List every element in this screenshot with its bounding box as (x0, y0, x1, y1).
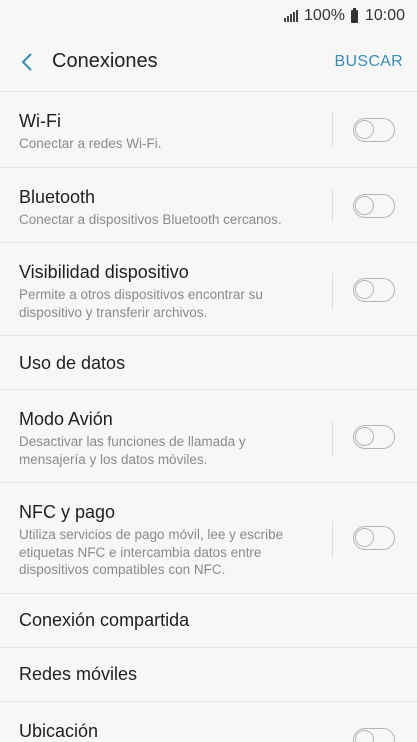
toggle-knob (355, 729, 374, 742)
list-item-airplane-mode[interactable]: Modo Avión Desactivar las funciones de l… (0, 390, 417, 483)
item-divider (332, 112, 333, 146)
item-title: Uso de datos (19, 352, 126, 373)
settings-list: Wi-Fi Conectar a redes Wi-Fi. Bluetooth … (0, 92, 417, 742)
chevron-left-icon (21, 52, 32, 71)
toggle-knob (355, 280, 374, 299)
toggle-knob (355, 195, 374, 215)
list-item-visibility[interactable]: Visibilidad dispositivo Permite a otros … (0, 243, 417, 336)
item-divider (332, 187, 333, 222)
list-item-tethering[interactable]: Conexión compartida (0, 594, 417, 648)
item-subtitle: Utiliza servicios de pago móvil, lee y e… (19, 527, 284, 577)
nfc-toggle[interactable] (353, 526, 395, 550)
airplane-mode-toggle[interactable] (353, 425, 395, 449)
item-divider (332, 273, 333, 309)
back-button[interactable] (6, 41, 48, 83)
item-subtitle: Desactivar las funciones de llamada y me… (19, 434, 246, 467)
item-title: Redes móviles (19, 664, 138, 684)
app-bar: Conexiones BUSCAR (0, 32, 417, 92)
location-toggle[interactable] (353, 727, 395, 742)
battery-percent: 100% (304, 7, 345, 24)
battery-icon (350, 7, 358, 23)
item-title: NFC y pago (19, 502, 116, 522)
toggle-knob (355, 427, 374, 446)
item-title: Conexión compartida (19, 610, 190, 630)
list-item-location[interactable]: Ubicación (0, 702, 417, 742)
signal-icon (284, 10, 299, 22)
list-item-nfc[interactable]: NFC y pago Utiliza servicios de pago móv… (0, 483, 417, 594)
list-item-wifi[interactable]: Wi-Fi Conectar a redes Wi-Fi. (0, 92, 417, 168)
list-item-data-usage[interactable]: Uso de datos (0, 336, 417, 390)
item-subtitle: Permite a otros dispositivos encontrar s… (19, 287, 263, 320)
status-bar: 100% 10:00 (0, 0, 417, 32)
toggle-knob (355, 528, 374, 547)
visibility-toggle[interactable] (353, 278, 395, 302)
bluetooth-toggle[interactable] (353, 193, 395, 218)
toggle-knob (355, 120, 374, 139)
item-subtitle: Conectar a redes Wi-Fi. (19, 136, 162, 151)
list-item-mobile-networks[interactable]: Redes móviles (0, 648, 417, 702)
item-subtitle: Conectar a dispositivos Bluetooth cercan… (19, 211, 282, 227)
search-button[interactable]: BUSCAR (335, 53, 403, 71)
list-item-bluetooth[interactable]: Bluetooth Conectar a dispositivos Blueto… (0, 168, 417, 243)
clock: 10:00 (364, 7, 405, 24)
item-divider (332, 420, 333, 456)
wifi-toggle[interactable] (353, 118, 395, 142)
item-divider (332, 521, 333, 557)
page-title: Conexiones (52, 50, 158, 72)
